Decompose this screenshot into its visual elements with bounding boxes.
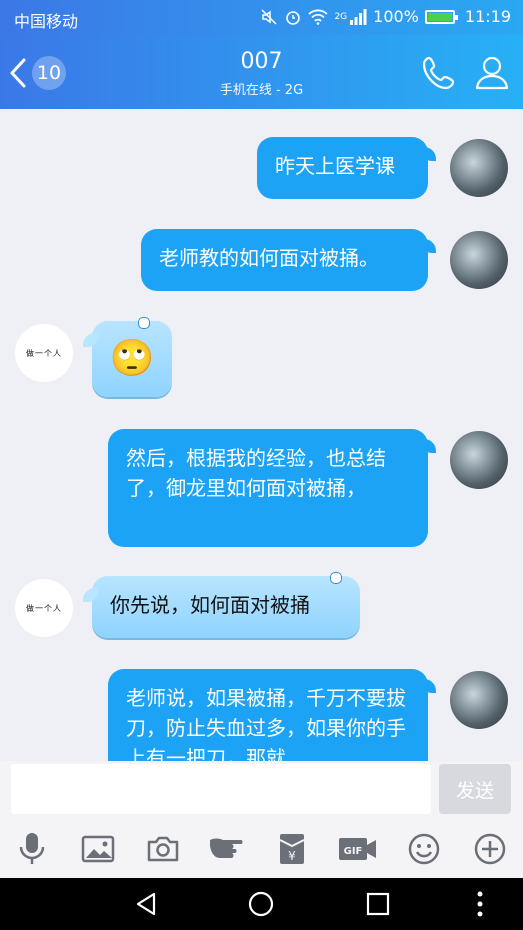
contact-avatar-text: 做一个人 — [26, 603, 62, 613]
triangle-back-icon — [136, 892, 156, 916]
more-button[interactable] — [470, 829, 510, 869]
message-text: 老师说，如果被捅，千万不要拔刀，防止失血过多，如果你的手上有一把刀，那就 — [126, 686, 406, 761]
contact-avatar-text: 做一个人 — [26, 348, 62, 358]
photo-button[interactable] — [78, 829, 118, 869]
battery-icon — [424, 9, 458, 24]
message-bubble-sent[interactable]: 老师说，如果被捅，千万不要拔刀，防止失血过多，如果你的手上有一把刀，那就 — [108, 669, 436, 761]
red-packet-button[interactable]: ¥ — [272, 829, 312, 869]
contact-avatar[interactable]: 做一个人 — [15, 579, 73, 637]
voice-button[interactable] — [12, 829, 52, 869]
contact-avatar[interactable]: 做一个人 — [15, 324, 73, 382]
message-text: 然后，根据我的经验，也总结了，御龙里如何面对被捅， — [126, 446, 386, 500]
circle-home-icon — [248, 891, 274, 917]
carrier-label: 中国移动 — [14, 12, 79, 31]
message-input[interactable] — [11, 764, 431, 814]
square-recents-icon — [366, 892, 390, 916]
message-list[interactable]: 昨天上医学课 老师教的如何面对被捅。 做一个人 🙄 然后，根据我的经验，也总结了… — [0, 109, 523, 761]
gif-button[interactable]: GIF — [338, 829, 378, 869]
nav-home-button[interactable] — [247, 890, 275, 918]
emoji-sticker: 🙄 — [109, 338, 155, 379]
red-packet-icon: ¥ — [279, 834, 305, 864]
more-vertical-icon — [477, 891, 483, 917]
mic-icon — [19, 833, 45, 864]
message-bubble-sent[interactable]: 然后，根据我的经验，也总结了，御龙里如何面对被捅， — [108, 429, 436, 547]
nav-menu-button[interactable] — [466, 890, 494, 918]
message-bubble-sent[interactable]: 老师教的如何面对被捅。 — [141, 229, 436, 291]
call-button[interactable] — [421, 53, 459, 91]
camera-icon — [147, 836, 179, 862]
message-text: 昨天上医学课 — [275, 154, 395, 178]
message-bubble-sent[interactable]: 昨天上医学课 — [257, 137, 436, 199]
my-avatar[interactable] — [450, 139, 508, 197]
my-avatar[interactable] — [450, 231, 508, 289]
bubble-decoration — [330, 572, 342, 584]
message-text: 你先说，如何面对被捅 — [110, 593, 310, 617]
status-icons: 2G 100% 11:19 — [260, 7, 511, 26]
image-icon — [81, 835, 115, 863]
profile-button[interactable] — [473, 53, 511, 91]
chat-header: 10 007 手机在线 - 2G — [0, 35, 523, 109]
camera-button[interactable] — [143, 829, 183, 869]
wifi-icon — [308, 9, 329, 25]
input-bar: 发送 ¥ GIF — [0, 761, 523, 878]
battery-percent: 100% — [373, 7, 419, 26]
system-nav-bar — [0, 878, 523, 930]
svg-text:¥: ¥ — [288, 849, 296, 863]
input-toolbar: ¥ GIF — [0, 825, 523, 875]
nav-recents-button[interactable] — [364, 890, 392, 918]
poke-icon — [210, 838, 243, 858]
network-type: 2G — [334, 11, 348, 22]
person-icon — [475, 56, 509, 90]
nav-back-button[interactable] — [132, 890, 160, 918]
message-bubble-received[interactable]: 你先说，如何面对被捅 — [83, 572, 360, 638]
poke-button[interactable] — [208, 829, 248, 869]
alarm-icon — [286, 10, 301, 25]
gif-icon: GIF — [339, 838, 376, 860]
message-bubble-received[interactable]: 🙄 — [83, 317, 172, 397]
clock: 11:19 — [464, 7, 511, 26]
send-button[interactable]: 发送 — [439, 764, 511, 814]
my-avatar[interactable] — [450, 431, 508, 489]
status-bar: 中国移动 2G 100% 11:19 — [0, 0, 523, 35]
signal-icon — [350, 8, 367, 25]
svg-text:GIF: GIF — [344, 846, 363, 857]
bubble-decoration — [138, 317, 150, 329]
phone-icon — [422, 56, 455, 90]
plus-icon — [474, 833, 506, 865]
emoji-icon — [408, 833, 440, 865]
my-avatar[interactable] — [450, 671, 508, 729]
emoji-button[interactable] — [404, 829, 444, 869]
message-text: 老师教的如何面对被捅。 — [159, 246, 379, 270]
mute-icon — [261, 8, 277, 25]
